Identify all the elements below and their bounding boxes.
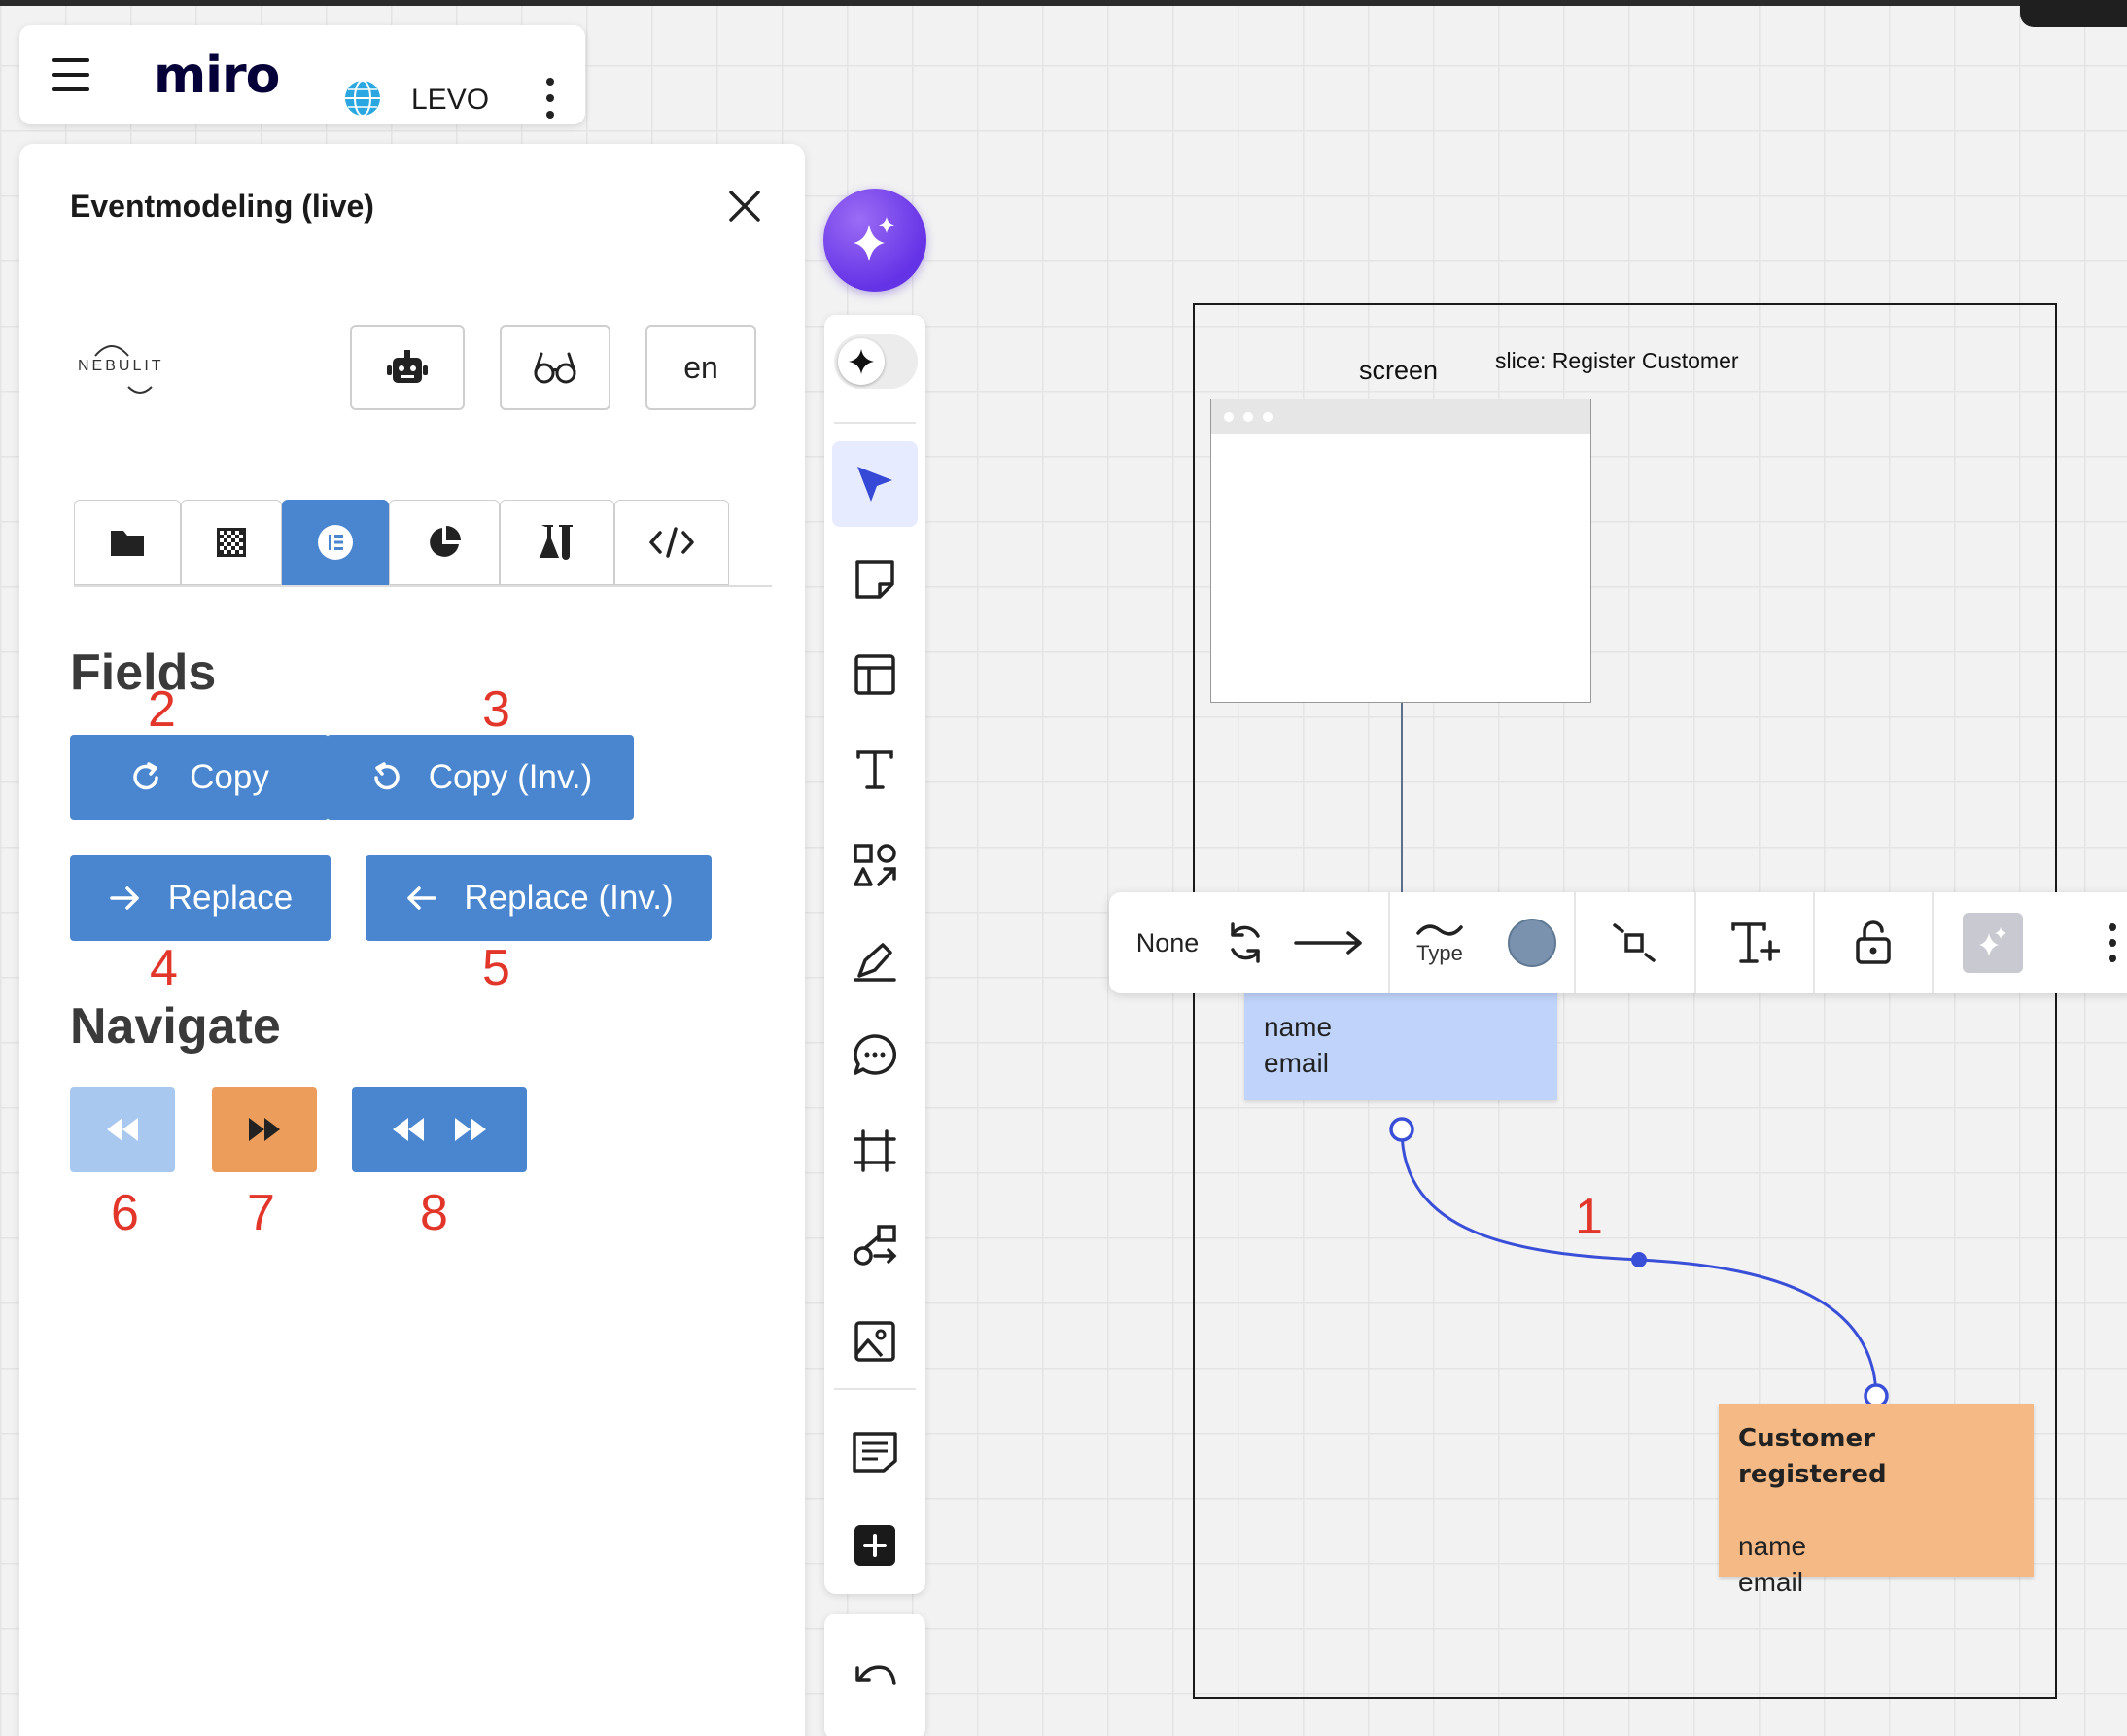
end-endpoint-button[interactable] — [1282, 892, 1376, 993]
lock-button[interactable] — [1815, 892, 1932, 993]
text-plus-icon — [1731, 922, 1780, 963]
ai-action-bg — [1963, 913, 2023, 973]
event-field: name — [1738, 1531, 1807, 1561]
connector-start-handle — [1389, 1117, 1414, 1142]
event-title: Customer registered — [1738, 1424, 1887, 1489]
connector-context-toolbar: None Type — [1109, 892, 2127, 993]
curve-icon — [1416, 924, 1463, 936]
color-swatch — [1508, 919, 1556, 967]
more-icon — [2109, 923, 2116, 962]
add-text-button[interactable] — [1696, 892, 1813, 993]
line-type-label: Type — [1416, 941, 1463, 965]
swap-icon — [1231, 922, 1260, 963]
start-endpoint-label: None — [1135, 927, 1200, 957]
annotation-1: 1 — [1575, 1189, 1603, 1245]
connector-style-button[interactable] — [1576, 892, 1692, 993]
line-endpoints-icon — [1613, 923, 1656, 962]
swap-endpoints-button[interactable] — [1216, 892, 1274, 993]
sparkle-icon — [1979, 927, 2006, 956]
line-type-button[interactable]: Type — [1391, 892, 1488, 993]
event-field: email — [1738, 1567, 1803, 1597]
event-sticky[interactable]: Customer registered name email — [1719, 1404, 2034, 1597]
arrow-right-icon — [1294, 931, 1362, 955]
unlock-icon — [1856, 920, 1891, 964]
more-options-button[interactable] — [2091, 892, 2127, 993]
command-sticky[interactable]: name email — [1244, 991, 1557, 1100]
line-color-button[interactable] — [1490, 892, 1574, 993]
ai-action-button[interactable] — [1961, 892, 2025, 993]
ctx-divider — [1932, 892, 1934, 993]
start-endpoint-button[interactable]: None — [1121, 892, 1214, 993]
command-field: name — [1264, 1012, 1333, 1042]
ctx-divider — [1388, 892, 1390, 993]
connector-mid-handle — [1631, 1252, 1647, 1267]
command-field: email — [1264, 1048, 1329, 1078]
